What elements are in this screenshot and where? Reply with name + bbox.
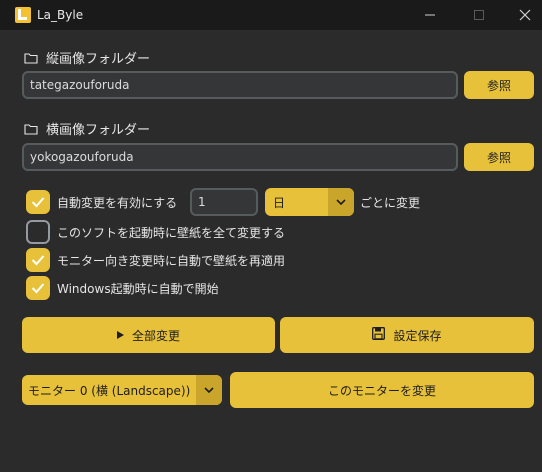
change-all-label: 全部変更 bbox=[131, 328, 180, 343]
interval-suffix: ごとに変更 bbox=[360, 196, 421, 210]
horizontal-folder-label-text: 横画像フォルダー bbox=[46, 123, 151, 138]
reapply-on-rotate-label: モニター向き変更時に自動で壁紙を再適用 bbox=[57, 254, 286, 268]
chevron-down-icon[interactable] bbox=[196, 375, 222, 405]
folder-icon bbox=[24, 123, 38, 135]
close-icon[interactable] bbox=[502, 0, 542, 30]
auto-change-checkbox[interactable] bbox=[26, 190, 50, 214]
app-logo-icon bbox=[15, 7, 31, 23]
vertical-browse-label: 参照 bbox=[486, 78, 511, 93]
horizontal-browse-button[interactable]: 参照 bbox=[464, 143, 534, 171]
change-this-monitor-label: このモニターを変更 bbox=[327, 383, 436, 398]
play-icon bbox=[116, 328, 124, 342]
horizontal-browse-label: 参照 bbox=[486, 150, 511, 165]
minimize-icon[interactable] bbox=[407, 0, 453, 30]
interval-unit-value: 日 bbox=[273, 196, 286, 210]
title-bar: La_Byle bbox=[0, 0, 542, 30]
reapply-on-rotate-checkbox[interactable] bbox=[26, 248, 50, 272]
interval-input[interactable] bbox=[190, 188, 258, 216]
horizontal-folder-input[interactable] bbox=[22, 143, 458, 171]
change-all-button[interactable]: 全部変更 bbox=[22, 317, 275, 353]
chevron-down-icon[interactable] bbox=[328, 188, 354, 216]
vertical-folder-input[interactable] bbox=[22, 71, 458, 99]
maximize-icon[interactable] bbox=[456, 0, 502, 30]
main-panel: 縦画像フォルダー 参照 横画像フォルダー 参照 自動変更を有効にする 日 ごとに… bbox=[0, 30, 542, 472]
window-title: La_Byle bbox=[37, 8, 84, 22]
save-icon bbox=[372, 327, 386, 343]
monitor-select-value: モニター 0 (横 (Landscape)) bbox=[28, 384, 191, 398]
vertical-browse-button[interactable]: 参照 bbox=[464, 71, 534, 99]
change-this-monitor-button[interactable]: このモニターを変更 bbox=[230, 372, 534, 408]
save-settings-label: 設定保存 bbox=[393, 328, 442, 343]
auto-change-label: 自動変更を有効にする bbox=[57, 196, 178, 210]
monitor-select-dropdown[interactable]: モニター 0 (横 (Landscape)) bbox=[22, 375, 222, 405]
start-with-windows-checkbox[interactable] bbox=[26, 276, 50, 300]
vertical-folder-label-text: 縦画像フォルダー bbox=[46, 52, 151, 67]
change-on-startup-label: このソフトを起動時に壁紙を全て変更する bbox=[57, 226, 286, 240]
horizontal-folder-label: 横画像フォルダー bbox=[24, 119, 150, 138]
folder-icon bbox=[24, 52, 38, 64]
vertical-folder-label: 縦画像フォルダー bbox=[24, 48, 150, 67]
start-with-windows-label: Windows起動時に自動で開始 bbox=[57, 282, 219, 296]
save-settings-button[interactable]: 設定保存 bbox=[280, 317, 534, 353]
change-on-startup-checkbox[interactable] bbox=[26, 220, 50, 244]
interval-unit-dropdown[interactable]: 日 bbox=[265, 188, 354, 216]
